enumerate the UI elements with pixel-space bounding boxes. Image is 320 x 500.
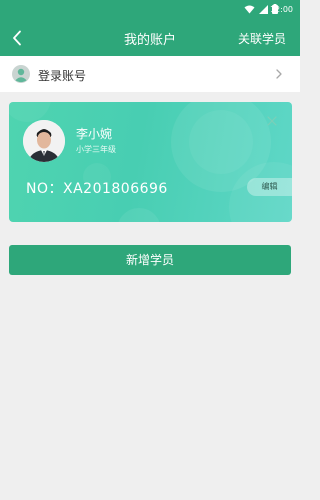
wifi-icon bbox=[244, 5, 255, 13]
status-bar: 12:00 bbox=[0, 0, 300, 20]
card-decoration bbox=[9, 102, 292, 222]
login-account-label: 登录账号 bbox=[38, 69, 87, 83]
student-grade: 小学三年级 bbox=[76, 145, 116, 154]
status-time: 12:00 bbox=[269, 5, 293, 14]
edit-button[interactable]: 编辑 bbox=[247, 178, 292, 196]
user-avatar-icon bbox=[12, 65, 30, 83]
login-account-row[interactable]: 登录账号 bbox=[0, 56, 300, 92]
nav-bar: 我的账户 关联学员 bbox=[0, 20, 300, 56]
student-name: 李小婉 bbox=[76, 127, 113, 141]
student-photo bbox=[23, 120, 65, 162]
student-number: NO：XA201806696 bbox=[26, 181, 168, 197]
link-students-button[interactable]: 关联学员 bbox=[238, 30, 286, 47]
student-avatar bbox=[23, 120, 65, 162]
chevron-right-icon bbox=[276, 69, 282, 79]
add-student-button[interactable]: 新增学员 bbox=[9, 245, 291, 275]
close-icon bbox=[267, 116, 277, 126]
close-card-button[interactable] bbox=[267, 111, 277, 126]
student-card[interactable]: 李小婉 小学三年级 NO：XA201806696 编辑 bbox=[9, 102, 292, 222]
signal-icon bbox=[259, 4, 268, 14]
